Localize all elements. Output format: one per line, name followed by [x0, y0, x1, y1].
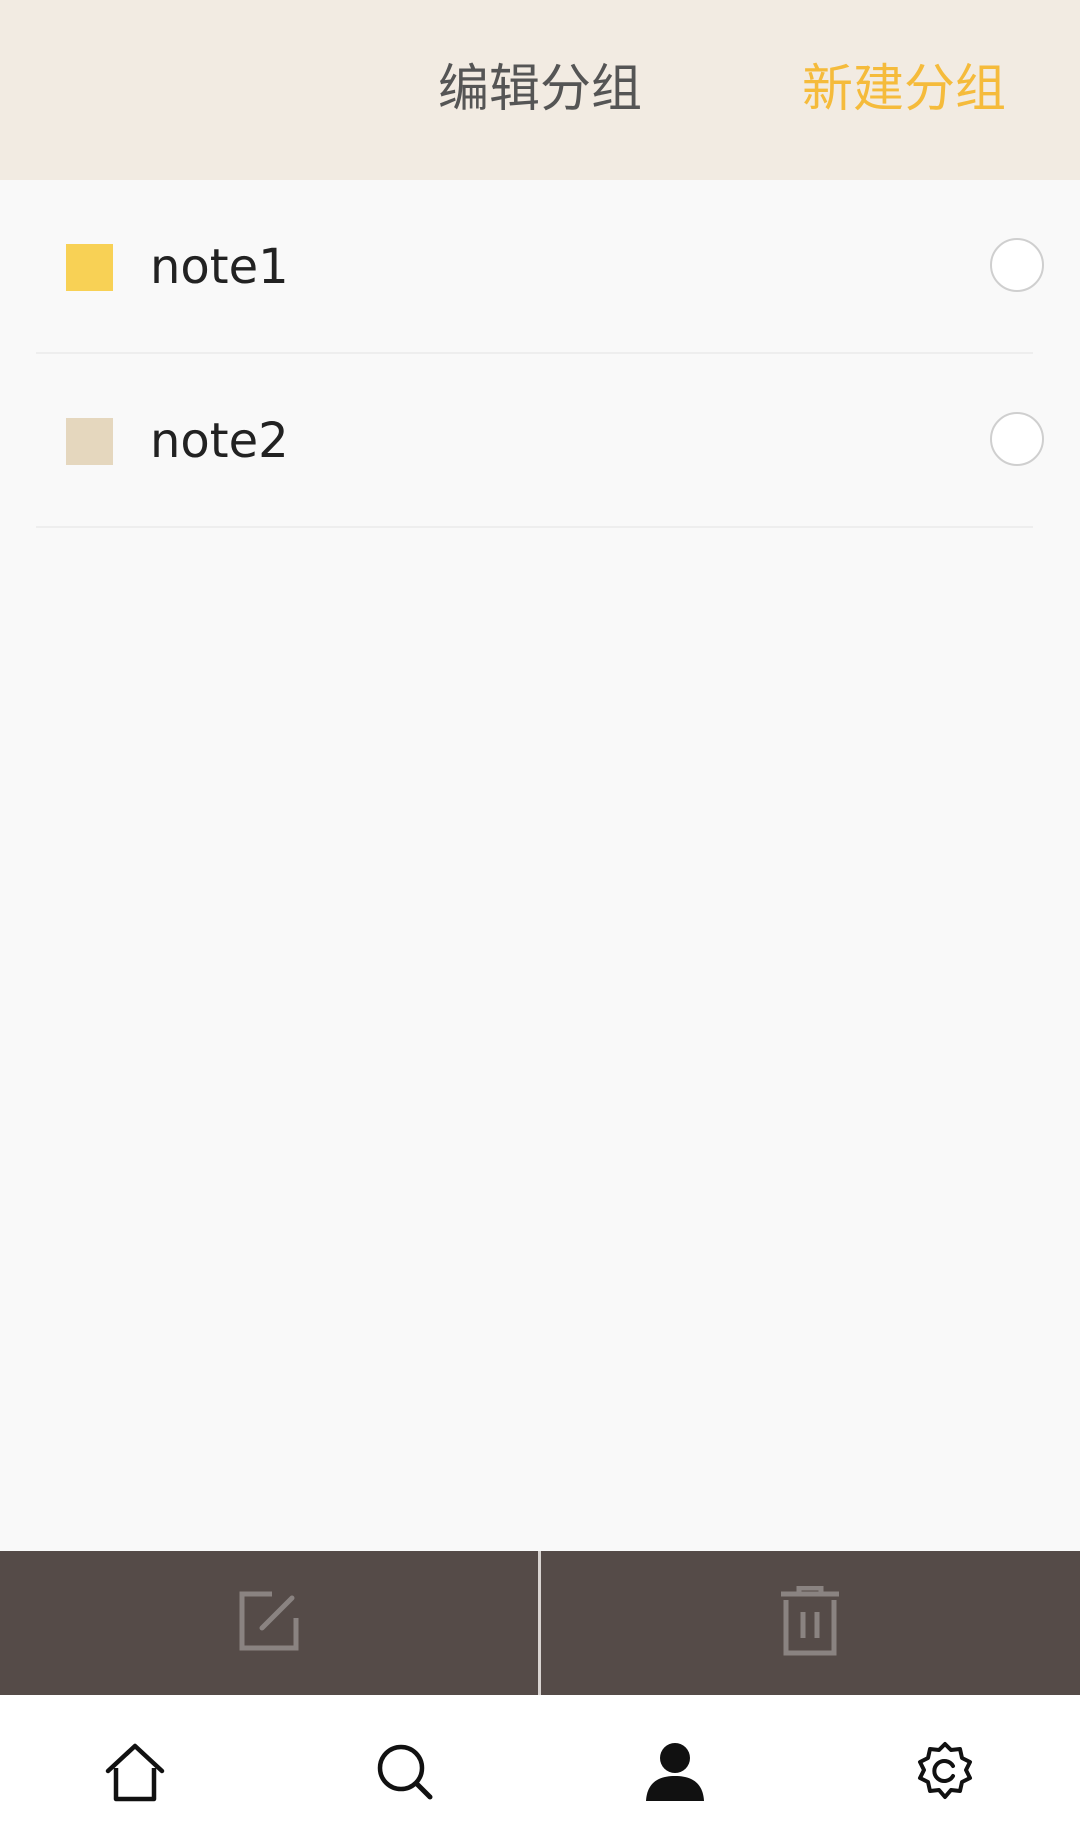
- group-color-swatch: [66, 244, 113, 291]
- nav-search[interactable]: [270, 1695, 540, 1848]
- nav-profile[interactable]: [540, 1695, 810, 1848]
- home-icon: [104, 1741, 166, 1803]
- edit-icon: [238, 1590, 300, 1656]
- top-bar: 编辑分组 新建分组: [0, 0, 1080, 180]
- new-group-button[interactable]: 新建分组: [802, 0, 1006, 180]
- group-row-note2[interactable]: note2: [0, 354, 1080, 528]
- action-bar: [0, 1551, 1080, 1695]
- delete-button[interactable]: [541, 1551, 1079, 1695]
- group-label: note2: [150, 413, 289, 469]
- group-label: note1: [150, 239, 289, 295]
- group-row-note1[interactable]: note1: [0, 180, 1080, 354]
- group-color-swatch: [66, 418, 113, 465]
- edit-button[interactable]: [0, 1551, 538, 1695]
- trash-icon: [779, 1585, 841, 1660]
- row-divider: [36, 526, 1033, 528]
- bottom-navigation: [0, 1695, 1080, 1848]
- nav-settings[interactable]: [810, 1695, 1080, 1848]
- group-select-radio[interactable]: [990, 412, 1044, 466]
- nav-home[interactable]: [0, 1695, 270, 1848]
- profile-icon: [644, 1741, 706, 1803]
- group-select-radio[interactable]: [990, 238, 1044, 292]
- group-list: note1 note2: [0, 180, 1080, 528]
- search-icon: [374, 1741, 436, 1803]
- settings-icon: [913, 1740, 977, 1804]
